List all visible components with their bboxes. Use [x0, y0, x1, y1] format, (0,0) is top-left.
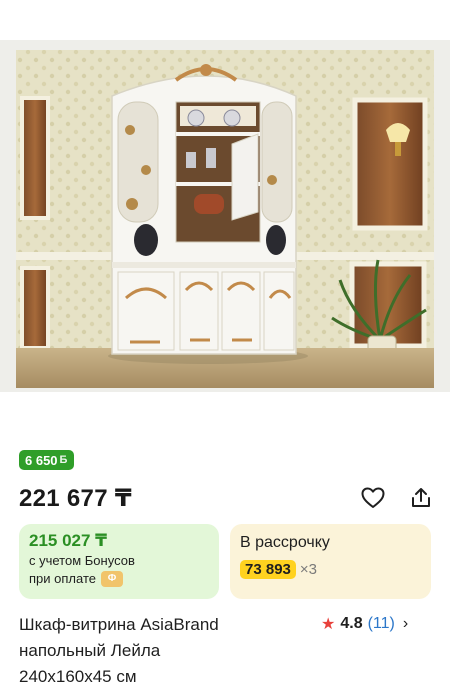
product-title-line-3: 240x160x45 см	[19, 667, 137, 686]
installment-row: 73 893 ×3	[240, 560, 421, 579]
price-row: 221 677 ₸	[19, 480, 434, 516]
bonus-line-1: с учетом Бонусов	[29, 552, 209, 570]
payment-method-icon: Ф	[100, 571, 123, 587]
product-title-line-1: Шкаф-витрина AsiaBrand	[19, 615, 219, 634]
installment-monthly: 73 893	[240, 560, 296, 579]
bonus-price: 215 027 ₸	[29, 531, 108, 550]
installment-title: В рассрочку	[240, 534, 330, 551]
bonus-value: 6 650	[25, 452, 58, 468]
product-actions	[360, 485, 434, 511]
bonus-line-1-text: с учетом Бонусов	[29, 553, 135, 568]
product-title-line-2: напольный Лейла	[19, 641, 161, 660]
bonus-currency-icon: Б	[59, 454, 68, 466]
product-image[interactable]	[0, 40, 450, 392]
product-title: Шкаф-витрина AsiaBrand напольный Лейла 2…	[19, 612, 319, 690]
chevron-right-icon: ›	[402, 615, 409, 632]
rating-score: 4.8	[340, 615, 363, 632]
top-bar	[0, 0, 450, 40]
star-icon: ★	[321, 616, 336, 633]
bonus-line-2: при оплате Ф	[29, 570, 209, 588]
rating-link[interactable]: ★ 4.8 (11) ›	[321, 614, 408, 634]
heart-outline-icon[interactable]	[360, 485, 386, 511]
bonus-price-card[interactable]: 215 027 ₸ с учетом Бонусов при оплате Ф	[19, 524, 219, 599]
bonus-line-2-text: при оплате	[29, 571, 96, 586]
bonus-badge: 6 650 Б	[19, 450, 75, 470]
share-icon[interactable]	[408, 485, 434, 511]
rating-count: (11)	[367, 615, 395, 632]
installment-times: ×3	[299, 561, 317, 578]
installment-card[interactable]: В рассрочку 73 893 ×3	[230, 524, 431, 599]
price-main: 221 677 ₸	[19, 484, 132, 512]
